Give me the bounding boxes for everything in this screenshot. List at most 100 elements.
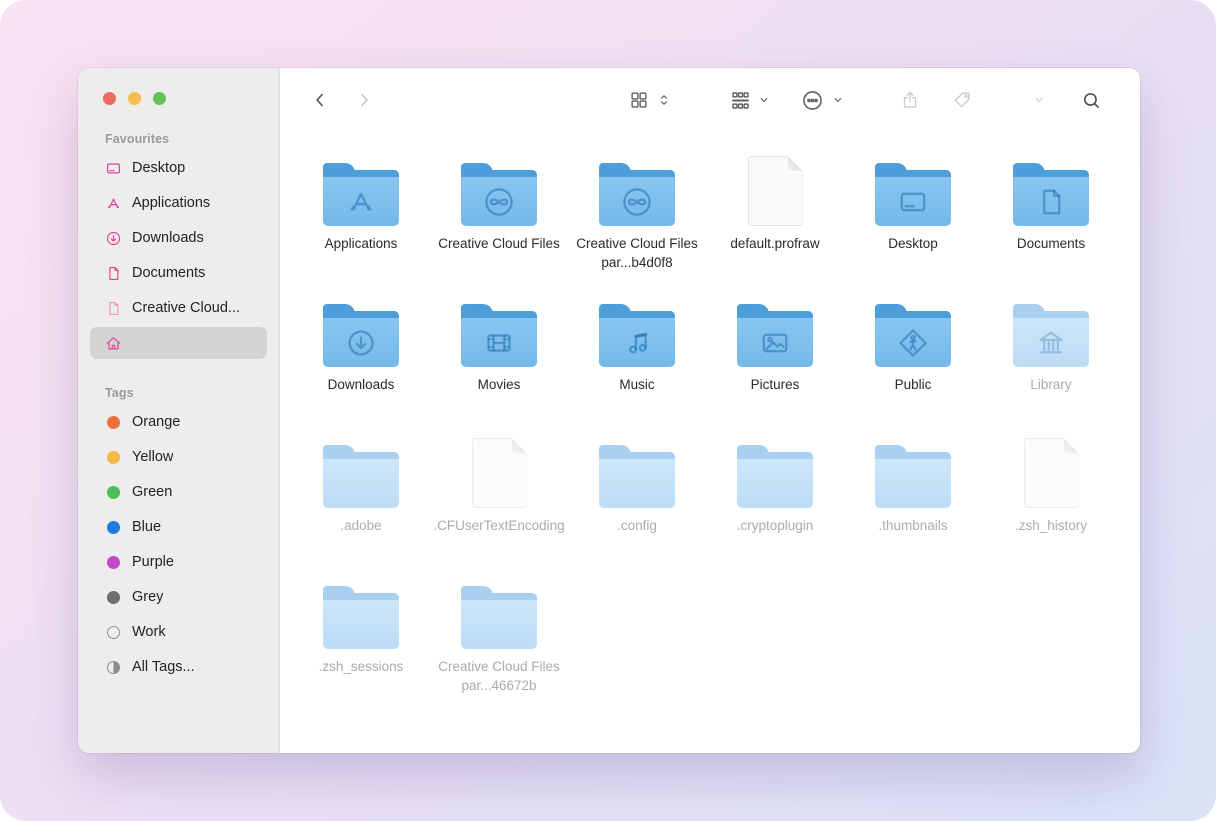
tag-icon[interactable] [951,89,973,111]
folder-shape [323,311,399,367]
file-icon [1024,426,1079,508]
file-item[interactable]: Documents [982,144,1120,274]
close-button[interactable] [103,92,116,105]
tag-color-icon [107,486,120,499]
file-item[interactable]: .cryptoplugin [706,426,844,556]
folder-icon [737,426,813,508]
file-item[interactable]: Applications [292,144,430,274]
tag-item-grey[interactable]: Grey [90,581,267,613]
file-item[interactable]: Public [844,285,982,415]
sidebar-item-home[interactable] [90,327,267,359]
tag-item-purple[interactable]: Purple [90,546,267,578]
file-item[interactable]: .zsh_sessions [292,567,430,697]
file-item[interactable]: .adobe [292,426,430,556]
more-actions-icon[interactable] [800,88,825,113]
file-item[interactable]: Desktop [844,144,982,274]
minimize-button[interactable] [128,92,141,105]
folder-shape [461,170,537,226]
file-item[interactable]: Downloads [292,285,430,415]
file-label: .thumbnails [878,516,947,535]
folder-shape [599,170,675,226]
file-item[interactable]: Music [568,285,706,415]
folder-shape [875,311,951,367]
tag-item-orange[interactable]: Orange [90,406,267,438]
tag-label: Yellow [132,449,173,465]
file-item[interactable]: .thumbnails [844,426,982,556]
share-icon[interactable] [899,89,921,111]
sidebar-item-desktop[interactable]: Desktop [90,152,267,184]
tag-label: Grey [132,589,163,605]
file-label: Pictures [751,375,800,394]
view-stepper-icon[interactable] [657,93,671,107]
folder-shape [737,311,813,367]
document-shape [1024,438,1079,508]
sidebar-item-label: Creative Cloud... [132,300,240,316]
documents-icon [104,264,123,283]
folder-shape [1013,311,1089,367]
pedestrian-icon [895,325,931,361]
file-item[interactable]: Creative Cloud Files [430,144,568,274]
tag-color-icon [107,556,120,569]
folder-shape [875,170,951,226]
file-item[interactable]: Creative Cloud Files par...b4d0f8 [568,144,706,274]
file-item[interactable]: Creative Cloud Files par...46672b [430,567,568,697]
folder-icon [323,144,399,226]
folder-shape [1013,170,1089,226]
tag-item-green[interactable]: Green [90,476,267,508]
folder-icon [875,144,951,226]
file-label: Library [1030,375,1071,394]
folder-icon [599,285,675,367]
sidebar-item-downloads[interactable]: Downloads [90,222,267,254]
home-icon [104,334,123,353]
sidebar-item-label: Desktop [132,160,185,176]
tags-section-title: Tags [105,386,279,400]
file-item[interactable]: Library [982,285,1120,415]
file-item[interactable]: Movies [430,285,568,415]
sidebar-item-creative-cloud[interactable]: Creative Cloud... [90,292,267,324]
file-label: .CFUserTextEncoding [433,516,564,535]
file-item[interactable]: .config [568,426,706,556]
folder-icon [737,285,813,367]
window-controls [78,92,279,105]
file-icon [472,426,527,508]
file-label: .cryptoplugin [737,516,814,535]
file-item[interactable]: .zsh_history [982,426,1120,556]
tag-label: Work [132,624,166,640]
file-label: Downloads [328,375,395,394]
file-item[interactable]: Pictures [706,285,844,415]
appstore-icon [343,184,379,220]
folder-shape [323,170,399,226]
forward-icon[interactable] [354,90,374,110]
group-by-icon[interactable] [729,89,752,112]
folder-shape [323,452,399,508]
file-label: Creative Cloud Files [438,234,560,253]
file-item[interactable]: default.profraw [706,144,844,274]
file-label: Movies [478,375,521,394]
tag-item-blue[interactable]: Blue [90,511,267,543]
file-icon [748,144,803,226]
dropdown-chevron-icon[interactable] [1033,94,1045,106]
file-label: .config [617,516,657,535]
file-label: Creative Cloud Files par...b4d0f8 [571,234,703,272]
zoom-button[interactable] [153,92,166,105]
sidebar-item-documents[interactable]: Documents [90,257,267,289]
file-label: Creative Cloud Files par...46672b [433,657,565,695]
view-grid-icon[interactable] [628,89,650,111]
tag-color-icon [107,521,120,534]
file-label: Public [895,375,932,394]
more-actions-chevron-icon[interactable] [832,94,844,106]
file-item[interactable]: .CFUserTextEncoding [430,426,568,556]
tag-item-work[interactable]: Work [90,616,267,648]
folder-shape [461,311,537,367]
tag-item-yellow[interactable]: Yellow [90,441,267,473]
tag-item-all-tags[interactable]: All Tags... [90,651,267,683]
tags-list: Orange Yellow GreenBluePurple Grey Work All T… [90,406,267,683]
folder-icon [461,567,537,649]
folder-icon [599,426,675,508]
folder-shape [323,593,399,649]
sidebar-item-applications[interactable]: Applications [90,187,267,219]
creative-cloud-icon [481,184,517,220]
search-icon[interactable] [1081,90,1102,111]
back-icon[interactable] [310,90,330,110]
group-by-chevron-icon[interactable] [758,94,770,106]
